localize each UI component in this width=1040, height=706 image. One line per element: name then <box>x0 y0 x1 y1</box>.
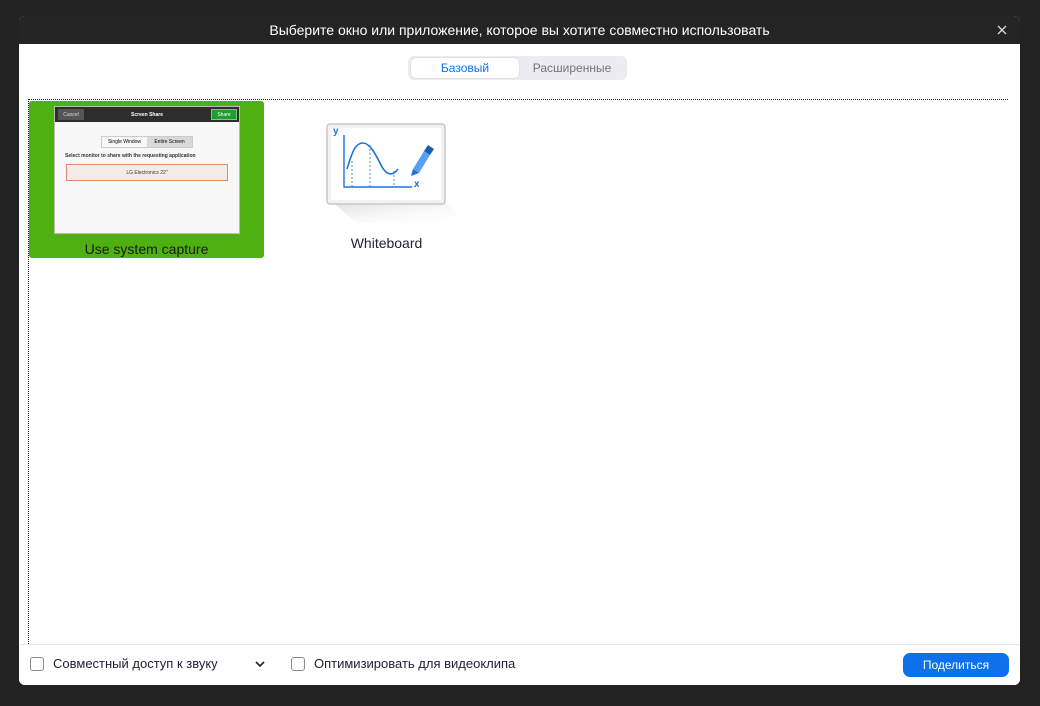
optimize-video-checkbox[interactable] <box>291 657 305 671</box>
mode-tabs: Базовый Расширенные <box>408 56 627 80</box>
thumb-monitor-select: LG Electronics 22" <box>66 164 228 181</box>
thumb-seg-single: Single Window <box>107 139 142 145</box>
system-capture-thumbnail: Screen Share Cancel Share Single Window … <box>54 106 240 234</box>
share-sound-checkbox[interactable] <box>30 657 44 671</box>
dialog-titlebar: Выберите окно или приложение, которое вы… <box>19 16 1020 44</box>
share-button[interactable]: Поделиться <box>903 653 1009 677</box>
wb-axis-y-label: y <box>333 126 339 137</box>
tab-basic[interactable]: Базовый <box>411 58 519 78</box>
dialog-title: Выберите окно или приложение, которое вы… <box>269 22 770 38</box>
wb-axis-x-label: x <box>414 179 420 190</box>
thumb-seg-entire: Entire Screen <box>147 137 192 147</box>
chevron-down-icon <box>255 661 265 667</box>
thumb-share: Share <box>211 109 237 120</box>
sound-options-dropdown[interactable] <box>254 657 266 671</box>
share-screen-dialog: Выберите окно или приложение, которое вы… <box>19 16 1020 685</box>
whiteboard-icon <box>326 123 468 223</box>
thumb-cancel: Cancel <box>58 109 84 120</box>
tile-whiteboard[interactable]: y x Whiteboard <box>289 101 479 258</box>
thumb-instruction: Select monitor to share with the request… <box>65 153 196 159</box>
close-icon <box>997 25 1007 35</box>
thumb-segmented: Single Window Entire Screen <box>101 136 193 148</box>
share-source-grid: Screen Share Cancel Share Single Window … <box>28 99 1008 656</box>
tile-system-capture[interactable]: Screen Share Cancel Share Single Window … <box>29 101 264 258</box>
tile-whiteboard-label: Whiteboard <box>350 235 423 251</box>
tab-advanced[interactable]: Расширенные <box>520 58 624 78</box>
tile-system-capture-label: Use system capture <box>84 241 209 257</box>
close-button[interactable] <box>994 22 1010 38</box>
share-sound-label: Совместный доступ к звуку <box>53 656 218 671</box>
dialog-footer: Совместный доступ к звуку Оптимизировать… <box>19 644 1020 685</box>
optimize-video-label: Оптимизировать для видеоклипа <box>314 656 516 671</box>
